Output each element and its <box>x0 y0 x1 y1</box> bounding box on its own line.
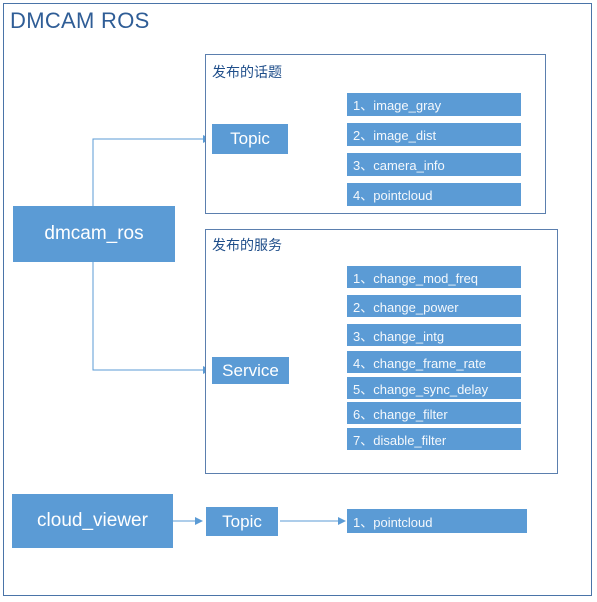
service-item: 5、change_sync_delay <box>347 377 521 399</box>
service-item: 1、change_mod_freq <box>347 266 521 288</box>
node-cloud-viewer: cloud_viewer <box>12 494 173 548</box>
node-dmcam-ros: dmcam_ros <box>13 206 175 262</box>
topic-hub: Topic <box>212 124 288 154</box>
topics-group-label: 发布的话题 <box>212 65 282 81</box>
viewer-topic-item: 1、pointcloud <box>347 509 527 533</box>
services-group-label: 发布的服务 <box>212 238 282 254</box>
service-item: 6、change_filter <box>347 402 521 424</box>
viewer-topic-hub: Topic <box>206 507 278 536</box>
service-item: 2、change_power <box>347 295 521 317</box>
service-item: 7、disable_filter <box>347 428 521 450</box>
topic-item: 1、image_gray <box>347 93 521 116</box>
edge-dmcam-to-topic <box>92 135 211 206</box>
service-item: 3、change_intg <box>347 324 521 346</box>
service-hub: Service <box>212 357 289 384</box>
topic-item: 4、pointcloud <box>347 183 521 206</box>
edge-dmcam-to-service <box>92 262 211 374</box>
topic-item: 2、image_dist <box>347 123 521 146</box>
service-item: 4、change_frame_rate <box>347 351 521 373</box>
topic-item: 3、camera_info <box>347 153 521 176</box>
